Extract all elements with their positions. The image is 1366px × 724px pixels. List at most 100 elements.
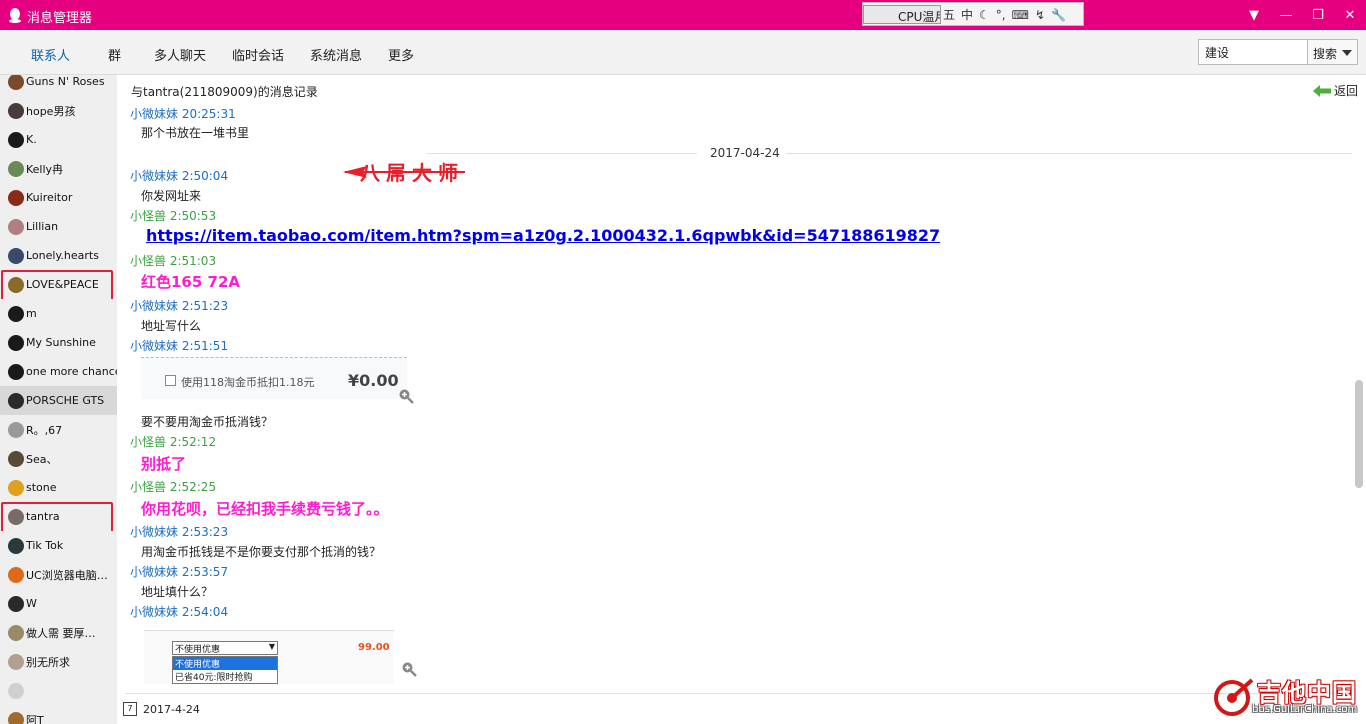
contact-name: Kuireitor bbox=[26, 191, 73, 204]
contact-item[interactable]: Sea、 bbox=[0, 444, 117, 473]
footer-divider bbox=[125, 693, 1352, 694]
discount-select-value: 不使用优惠 bbox=[175, 645, 221, 655]
footer-date-value: 2017-4-24 bbox=[143, 702, 200, 716]
message-text: 你用花呗，已经扣我手续费亏钱了。。 bbox=[141, 500, 389, 518]
avatar bbox=[8, 450, 24, 467]
contact-name: Tik Tok bbox=[26, 539, 64, 552]
search-dropdown-icon[interactable] bbox=[1342, 50, 1352, 56]
discount-price: 99.00 bbox=[358, 642, 390, 653]
contact-item[interactable]: hope男孩 bbox=[0, 96, 117, 125]
ime-toolbar[interactable]: CPU温月 五 中 ☾ °, ⌨ ↯ 🔧 bbox=[862, 2, 1084, 26]
contact-item[interactable]: 别无所求 bbox=[0, 647, 117, 676]
ime-keyboard-icon[interactable]: ⌨ bbox=[1012, 8, 1029, 22]
ime-full-width-icon[interactable]: 五 bbox=[943, 6, 955, 23]
contact-name: 别无所求 bbox=[26, 655, 70, 669]
tab-temp-session[interactable]: 临时会话 bbox=[232, 45, 284, 64]
message-sender: 小微妹妹 2:50:04 bbox=[130, 169, 229, 183]
back-button[interactable]: 返回 bbox=[1312, 82, 1358, 99]
avatar bbox=[8, 102, 24, 119]
back-arrow-icon bbox=[1312, 84, 1331, 97]
avatar bbox=[8, 537, 24, 554]
message-sender: 小微妹妹 2:53:57 bbox=[130, 565, 229, 579]
message-text: 别抵了 bbox=[141, 455, 187, 473]
message-sender: 小怪兽 2:50:53 bbox=[130, 209, 217, 223]
contact-item[interactable]: tantra bbox=[0, 502, 117, 531]
message-sender: 小微妹妹 20:25:31 bbox=[130, 107, 236, 121]
avatar bbox=[8, 508, 24, 525]
contact-item[interactable]: 做人需 要厚… bbox=[0, 618, 117, 647]
contact-item[interactable]: K. bbox=[0, 125, 117, 154]
avatar bbox=[8, 131, 24, 148]
discount-select: 不使用优惠 ▼ bbox=[172, 641, 278, 655]
restore-button[interactable]: ❐ bbox=[1302, 0, 1334, 30]
scrollbar-thumb[interactable] bbox=[1355, 380, 1363, 488]
tab-multi-chat[interactable]: 多人聊天 bbox=[154, 45, 206, 64]
contact-item[interactable]: Lonely.hearts bbox=[0, 241, 117, 270]
qq-penguin-icon bbox=[9, 8, 21, 23]
avatar bbox=[8, 276, 24, 293]
ime-chinese-mode-icon[interactable]: 中 bbox=[961, 6, 973, 23]
avatar bbox=[8, 711, 24, 724]
message-image-discount[interactable]: 不使用优惠 ▼ 不使用优惠 已省40元:限时抢购 99.00 bbox=[144, 630, 394, 684]
message-image-coupon[interactable]: 使用118淘金币抵扣1.18元 ¥0.00 bbox=[141, 357, 407, 399]
contact-item[interactable]: 阿T bbox=[0, 705, 117, 724]
message-sender: 小怪兽 2:52:25 bbox=[130, 480, 217, 494]
contact-item[interactable]: PORSCHE GTS bbox=[0, 386, 117, 415]
tab-more[interactable]: 更多 bbox=[388, 45, 414, 64]
contact-name: tantra bbox=[26, 510, 60, 523]
contact-item[interactable]: Guns N' Roses bbox=[0, 75, 117, 96]
coupon-checkbox bbox=[165, 375, 176, 386]
contact-item[interactable]: LOVE&PEACE bbox=[0, 270, 117, 299]
minimize-button[interactable]: — bbox=[1270, 0, 1302, 30]
contact-item[interactable]: R。,67 bbox=[0, 415, 117, 444]
contact-name: Kelly冉 bbox=[26, 162, 64, 176]
ime-moon-icon[interactable]: ☾ bbox=[979, 8, 990, 22]
avatar bbox=[8, 75, 24, 90]
contact-name: 阿T bbox=[26, 713, 44, 724]
contact-item[interactable] bbox=[0, 676, 117, 705]
tab-bar: 联系人 群 多人聊天 临时会话 系统消息 更多 建设 搜索 bbox=[0, 30, 1366, 75]
contact-name: UC浏览器电脑… bbox=[26, 568, 108, 582]
zoom-icon[interactable] bbox=[401, 661, 417, 677]
ime-wrench-icon[interactable]: 🔧 bbox=[1051, 8, 1066, 22]
avatar bbox=[8, 566, 24, 583]
cpu-temp-widget[interactable]: CPU温月 bbox=[863, 5, 941, 24]
tab-contacts[interactable]: 联系人 bbox=[31, 45, 70, 64]
search-input[interactable]: 建设 bbox=[1198, 39, 1308, 65]
zoom-icon[interactable] bbox=[398, 388, 414, 404]
contact-name: My Sunshine bbox=[26, 336, 96, 349]
contact-item[interactable]: My Sunshine bbox=[0, 328, 117, 357]
message-sender: 小微妹妹 2:51:51 bbox=[130, 339, 229, 353]
date-divider-line-right bbox=[782, 153, 1352, 154]
menu-dropdown-icon[interactable]: ▼ bbox=[1238, 0, 1270, 30]
ime-arrows-icon[interactable]: ↯ bbox=[1035, 8, 1045, 22]
avatar bbox=[8, 334, 24, 351]
contact-name: Lonely.hearts bbox=[26, 249, 99, 262]
contact-item[interactable]: Kuireitor bbox=[0, 183, 117, 212]
calendar-icon[interactable]: 7 bbox=[123, 702, 137, 716]
contact-item[interactable]: W bbox=[0, 589, 117, 618]
message-sender: 小怪兽 2:51:03 bbox=[130, 254, 217, 268]
avatar bbox=[8, 160, 24, 177]
contact-item[interactable]: Kelly冉 bbox=[0, 154, 117, 183]
discount-option: 已省40元:限时抢购 bbox=[175, 673, 253, 683]
avatar bbox=[8, 247, 24, 264]
search-button[interactable]: 搜索 bbox=[1307, 39, 1358, 65]
close-button[interactable]: ✕ bbox=[1334, 0, 1366, 30]
watermark-title: 吉他中国 bbox=[1257, 679, 1357, 707]
contact-item[interactable]: Tik Tok bbox=[0, 531, 117, 560]
contact-list[interactable]: Guns N' Roses hope男孩 K. Kelly冉 Kuireitor Lill… bbox=[0, 75, 117, 724]
contact-item[interactable]: UC浏览器电脑… bbox=[0, 560, 117, 589]
contact-name: Sea、 bbox=[26, 452, 58, 466]
avatar bbox=[8, 218, 24, 235]
contact-item[interactable]: m bbox=[0, 299, 117, 328]
contact-item[interactable]: stone bbox=[0, 473, 117, 502]
contact-item[interactable]: one more chance bbox=[0, 357, 117, 386]
ime-punctuation-icon[interactable]: °, bbox=[996, 8, 1006, 22]
tab-system-messages[interactable]: 系统消息 bbox=[310, 45, 362, 64]
contact-item[interactable]: Lillian bbox=[0, 212, 117, 241]
tab-groups[interactable]: 群 bbox=[108, 45, 121, 64]
date-picker[interactable]: 7 2017-4-24 bbox=[123, 702, 200, 716]
message-link[interactable]: https://item.taobao.com/item.htm?spm=a1z… bbox=[146, 226, 940, 245]
window-title: 消息管理器 bbox=[27, 11, 93, 26]
